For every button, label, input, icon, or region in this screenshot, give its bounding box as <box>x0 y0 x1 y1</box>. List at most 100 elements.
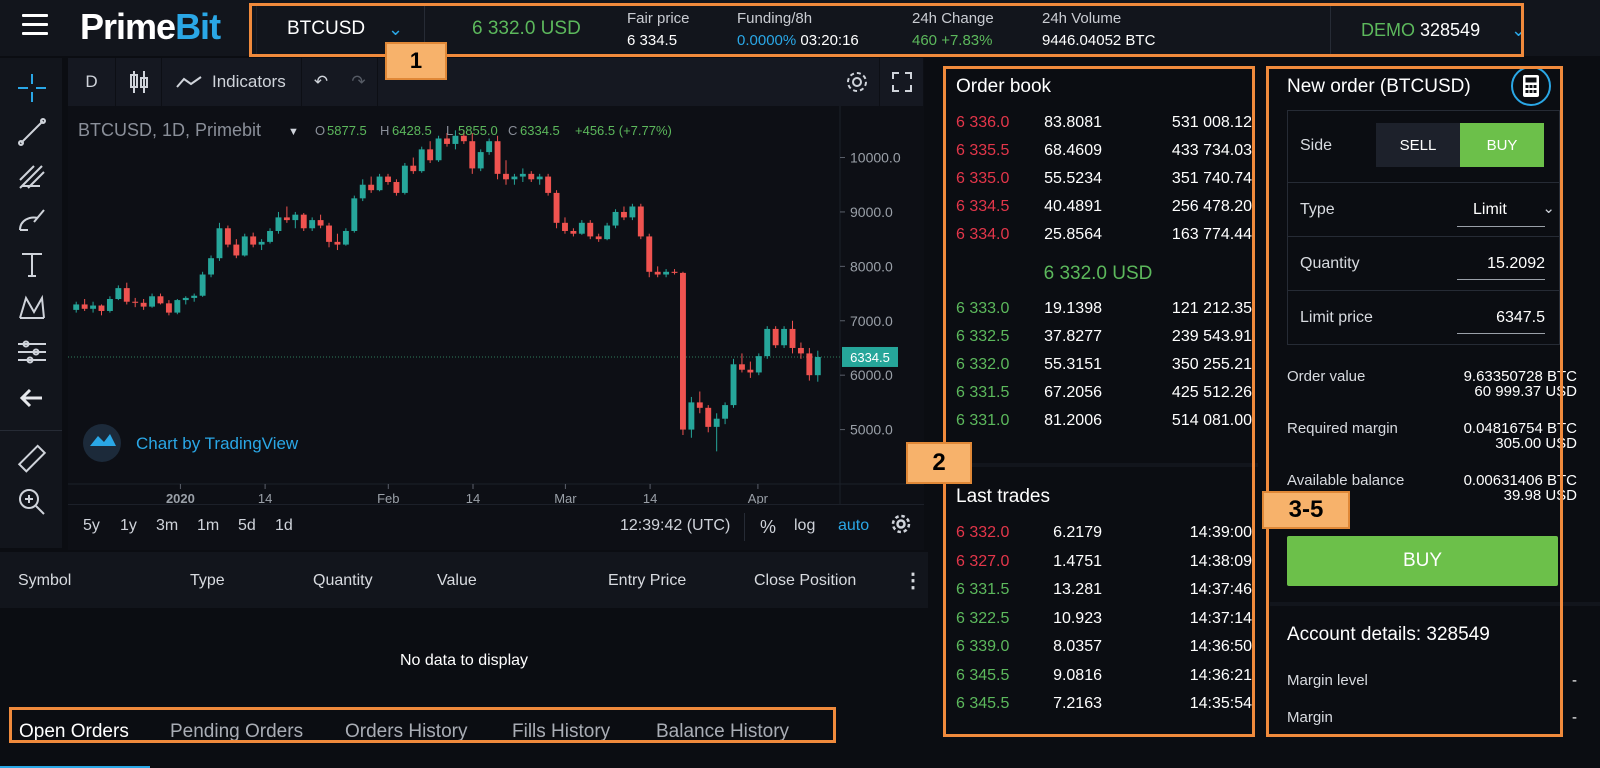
change-label: 24h Change <box>912 10 994 27</box>
measure-lines-icon[interactable] <box>16 336 48 368</box>
ask-row[interactable]: 6 334.5 40.4891 256 478.20 <box>956 198 1252 226</box>
log-toggle[interactable]: log <box>794 517 815 535</box>
col-type: Type <box>190 572 225 589</box>
type-label: Type <box>1300 201 1335 218</box>
bid-row-size: 19.1398 <box>1044 300 1102 317</box>
col-quantity: Quantity <box>313 572 373 589</box>
price-chart[interactable]: 10000.0 9000.0 8000.0 7000.0 6000.0 5000.0 202… <box>68 106 924 504</box>
order-value-label: Order value <box>1287 368 1366 385</box>
ask-row[interactable]: 6 335.0 55.5234 351 740.74 <box>956 170 1252 198</box>
range-5d[interactable]: 5d <box>238 517 256 535</box>
percent-toggle[interactable]: % <box>760 517 776 538</box>
range-1y[interactable]: 1y <box>120 517 137 535</box>
calculator-icon[interactable] <box>1511 66 1551 106</box>
chart-settings-icon[interactable] <box>890 513 912 540</box>
candle-body <box>123 288 130 302</box>
candle-body <box>781 328 788 346</box>
sell-button[interactable]: SELL <box>1376 123 1460 167</box>
ask-row[interactable]: 6 335.5 68.4609 433 734.03 <box>956 142 1252 170</box>
account-select[interactable]: DEMO 328549 ⌄ <box>1330 5 1554 57</box>
trade-row[interactable]: 6 322.5 10.923 14:37:14 <box>956 610 1252 638</box>
ask-row-price: 6 334.5 <box>956 198 1010 215</box>
trendline-icon[interactable] <box>16 116 48 148</box>
candle-body <box>654 271 661 275</box>
ruler-icon[interactable] <box>16 444 48 476</box>
tab-open-orders[interactable]: Open Orders <box>19 721 129 743</box>
bid-row[interactable]: 6 331.5 67.2056 425 512.26 <box>956 384 1252 412</box>
pitchfork-icon[interactable] <box>16 160 48 192</box>
candle-body <box>182 297 189 301</box>
x-tick-label: 2020 <box>166 491 195 504</box>
tab-pending-orders[interactable]: Pending Orders <box>170 721 303 743</box>
range-1m[interactable]: 1m <box>197 517 219 535</box>
ask-row[interactable]: 6 334.0 25.8564 163 774.44 <box>956 226 1252 254</box>
range-1d[interactable]: 1d <box>275 517 293 535</box>
range-5y[interactable]: 5y <box>83 517 100 535</box>
text-icon[interactable] <box>16 248 48 280</box>
bid-row[interactable]: 6 332.0 55.3151 350 255.21 <box>956 356 1252 384</box>
undo-icon[interactable]: ↶ <box>302 58 340 106</box>
candle-body <box>663 271 670 275</box>
buy-button[interactable]: BUY <box>1287 536 1558 586</box>
limit-price-input[interactable] <box>1457 309 1545 334</box>
more-options-icon[interactable]: ⋮ <box>903 568 923 593</box>
ask-row-size: 83.8081 <box>1044 114 1102 131</box>
candle-body <box>385 176 391 183</box>
zoom-icon[interactable] <box>16 486 48 518</box>
candle-body <box>747 369 754 373</box>
range-3m[interactable]: 3m <box>156 517 178 535</box>
margin-level-row: Margin level - <box>1287 672 1577 689</box>
tab-orders-history[interactable]: Orders History <box>345 721 467 743</box>
brush-icon[interactable] <box>16 204 48 236</box>
order-value: Order value 9.63350728 BTC 60 999.37 USD <box>1287 368 1577 412</box>
candle-body <box>705 407 712 427</box>
candle-style-icon[interactable] <box>116 58 162 106</box>
ask-row-price: 6 335.0 <box>956 170 1010 187</box>
back-arrow-icon[interactable] <box>16 382 48 414</box>
pattern-icon[interactable] <box>16 292 48 324</box>
candle-body <box>536 176 543 180</box>
settings-icon[interactable] <box>834 58 880 106</box>
bid-row[interactable]: 6 332.5 37.8277 239 543.91 <box>956 328 1252 356</box>
trade-row-price: 6 345.5 <box>956 695 1010 712</box>
trade-row-price: 6 345.5 <box>956 666 1010 684</box>
candle-body <box>90 305 97 309</box>
trade-row[interactable]: 6 332.0 6.2179 14:39:00 <box>956 524 1252 552</box>
trade-row[interactable]: 6 339.0 8.0357 14:36:50 <box>956 638 1252 666</box>
fullscreen-icon[interactable] <box>880 58 924 106</box>
auto-toggle[interactable]: auto <box>838 517 869 535</box>
tab-balance-history[interactable]: Balance History <box>656 721 789 743</box>
trade-row[interactable]: 6 345.5 9.0816 14:36:21 <box>956 667 1252 695</box>
chart-toolbar: D Indicators ↶ ↷ <box>68 58 924 106</box>
legend-l-value: 5855.0 <box>458 123 498 138</box>
volume-value: 9446.04052 BTC <box>1042 32 1156 49</box>
trade-row[interactable]: 6 345.5 7.2163 14:35:54 <box>956 695 1252 723</box>
candle-body <box>469 141 476 169</box>
order-type-select[interactable]: Limit ⌄ <box>1457 200 1555 227</box>
badge-3-5: 3-5 <box>1262 491 1350 529</box>
trade-row[interactable]: 6 331.5 13.281 14:37:46 <box>956 581 1252 609</box>
menu-icon[interactable] <box>22 14 48 36</box>
interval-button[interactable]: D <box>68 58 116 106</box>
type-row: Type Limit ⌄ <box>1288 183 1561 237</box>
badge-1: 1 <box>385 42 447 80</box>
quantity-input[interactable] <box>1457 255 1545 280</box>
indicators-button[interactable]: Indicators <box>162 58 302 106</box>
bid-row[interactable]: 6 331.0 81.2006 514 081.00 <box>956 412 1252 440</box>
bid-row[interactable]: 6 333.0 19.1398 121 212.35 <box>956 300 1252 328</box>
buy-side-button[interactable]: BUY <box>1460 123 1544 167</box>
new-order-panel: New order (BTCUSD) Side SELL BUY Type Li… <box>1270 58 1600 768</box>
x-tick-label: Apr <box>748 491 769 504</box>
ask-row-size: 25.8564 <box>1044 226 1102 243</box>
candle-body <box>132 301 139 303</box>
candle-body <box>688 402 695 430</box>
tab-fills-history[interactable]: Fills History <box>512 721 610 743</box>
trade-row-price: 6 339.0 <box>956 638 1010 655</box>
candle-body <box>435 138 442 161</box>
x-tick-label: 14 <box>643 491 657 504</box>
crosshair-icon[interactable] <box>16 72 48 104</box>
col-entry-price: Entry Price <box>608 572 687 589</box>
redo-icon[interactable]: ↷ <box>340 58 378 106</box>
trade-row[interactable]: 6 327.0 1.4751 14:38:09 <box>956 553 1252 581</box>
ask-row[interactable]: 6 336.0 83.8081 531 008.12 <box>956 114 1252 142</box>
